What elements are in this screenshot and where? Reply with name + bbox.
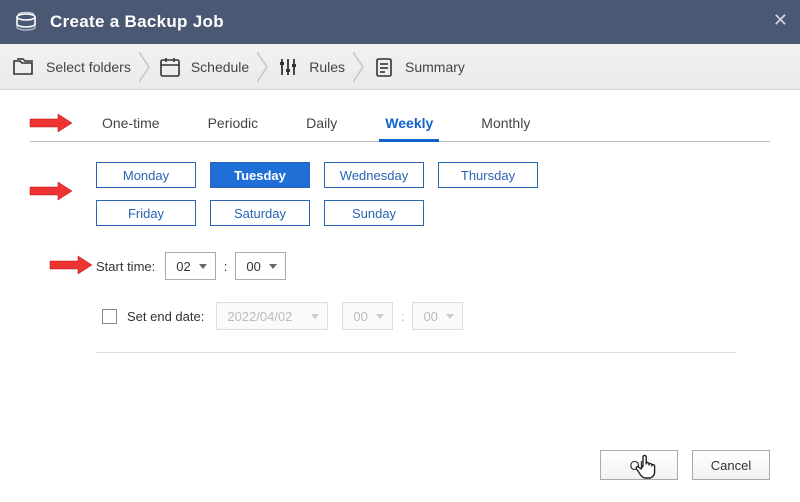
end-hour-select[interactable]: 00: [342, 302, 392, 330]
step-label: Summary: [405, 59, 465, 75]
annotation-arrow-icon: [28, 180, 76, 202]
day-selector: Monday Tuesday Wednesday Thursday Friday…: [96, 162, 616, 226]
start-hour-select[interactable]: 02: [165, 252, 215, 280]
divider: [96, 352, 736, 353]
titlebar: Create a Backup Job ✕: [0, 0, 800, 44]
end-date-label: Set end date:: [127, 309, 204, 324]
close-icon[interactable]: ✕: [773, 10, 788, 31]
sliders-icon: [277, 56, 299, 78]
end-minute-select[interactable]: 00: [412, 302, 462, 330]
day-sunday[interactable]: Sunday: [324, 200, 424, 226]
day-tuesday[interactable]: Tuesday: [210, 162, 310, 188]
wizard-steps: Select folders Schedule Rules: [0, 44, 800, 90]
step-summary[interactable]: Summary: [373, 56, 465, 78]
create-backup-window: Create a Backup Job ✕ Select folders Sch…: [0, 0, 800, 502]
schedule-tabs: One-time Periodic Daily Weekly Monthly: [30, 108, 770, 142]
chevron-right-icon: [257, 52, 269, 82]
folders-icon: [12, 56, 36, 78]
chevron-right-icon: [139, 52, 151, 82]
calendar-icon: [159, 56, 181, 78]
start-time-label: Start time:: [96, 259, 155, 274]
time-separator: :: [224, 259, 228, 274]
end-date-select[interactable]: 2022/04/02: [216, 302, 328, 330]
annotation-arrow-icon: [28, 112, 76, 134]
step-schedule[interactable]: Schedule: [159, 56, 249, 78]
start-minute-select[interactable]: 00: [235, 252, 285, 280]
day-saturday[interactable]: Saturday: [210, 200, 310, 226]
step-label: Rules: [309, 59, 345, 75]
ok-button[interactable]: OK: [600, 450, 678, 480]
chevron-right-icon: [353, 52, 365, 82]
annotation-arrow-icon: [48, 254, 96, 276]
day-thursday[interactable]: Thursday: [438, 162, 538, 188]
step-rules[interactable]: Rules: [277, 56, 345, 78]
tab-daily[interactable]: Daily: [300, 109, 343, 142]
window-title: Create a Backup Job: [50, 12, 224, 32]
step-select-folders[interactable]: Select folders: [12, 56, 131, 78]
content-panel: One-time Periodic Daily Weekly Monthly M…: [0, 90, 800, 502]
tab-periodic[interactable]: Periodic: [202, 109, 265, 142]
dialog-footer: OK Cancel: [600, 450, 770, 480]
step-label: Schedule: [191, 59, 249, 75]
tab-weekly[interactable]: Weekly: [379, 109, 439, 142]
day-wednesday[interactable]: Wednesday: [324, 162, 424, 188]
end-date-checkbox[interactable]: [102, 309, 117, 324]
day-monday[interactable]: Monday: [96, 162, 196, 188]
start-time-row: Start time: 02 : 00: [50, 252, 770, 280]
end-date-row: Set end date: 2022/04/02 00 : 00: [102, 302, 770, 330]
tab-one-time[interactable]: One-time: [96, 109, 166, 142]
summary-icon: [373, 56, 395, 78]
step-label: Select folders: [46, 59, 131, 75]
day-friday[interactable]: Friday: [96, 200, 196, 226]
time-separator: :: [401, 309, 405, 324]
tab-monthly[interactable]: Monthly: [475, 109, 536, 142]
cancel-button[interactable]: Cancel: [692, 450, 770, 480]
backup-disk-icon: [14, 11, 38, 33]
